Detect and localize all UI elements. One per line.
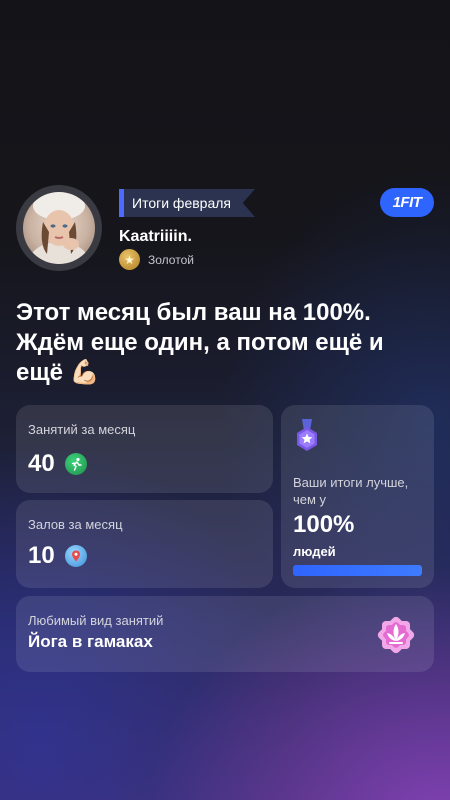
sessions-value: 40 <box>28 450 55 477</box>
sessions-card: Занятий за месяц 40 <box>16 405 273 493</box>
favorite-value: Йога в гамаках <box>28 632 153 651</box>
location-pin-icon <box>64 545 87 567</box>
lotus-icon <box>377 616 415 654</box>
comparison-progress-fill <box>293 565 422 576</box>
comparison-card: Ваши итоги лучше, чем у 100% людей <box>281 405 434 588</box>
sessions-label: Занятий за месяц <box>28 422 136 437</box>
membership-tier: ★ Золотой <box>119 249 194 270</box>
medal-icon <box>297 419 317 451</box>
gyms-value-row: 10 <box>28 542 87 570</box>
avatar[interactable] <box>16 185 102 271</box>
comparison-progress <box>293 565 422 576</box>
running-icon <box>64 453 87 475</box>
comparison-value: 100% <box>293 511 355 538</box>
sessions-value-row: 40 <box>28 450 87 478</box>
star-icon: ★ <box>119 249 140 270</box>
gyms-value: 10 <box>28 542 55 569</box>
avatar-photo <box>23 192 95 264</box>
monthly-summary-screen: Итоги февраля 1FIT Kaatriiiin. ★ Золотой… <box>0 0 450 800</box>
brand-logo: 1FIT <box>380 188 434 217</box>
comparison-text: Ваши итоги лучше, чем у <box>293 475 409 507</box>
favorite-label: Любимый вид занятий <box>28 613 164 628</box>
comparison-suffix: людей <box>293 544 336 559</box>
period-label: Итоги февраля <box>132 195 231 211</box>
period-ribbon: Итоги февраля <box>119 189 255 217</box>
headline: Этот месяц был ваш на 100%. Ждём еще оди… <box>16 299 384 386</box>
gyms-card: Залов за месяц 10 <box>16 500 273 588</box>
username: Kaatriiiin. <box>119 228 192 245</box>
gyms-label: Залов за месяц <box>28 517 123 532</box>
tier-label: Золотой <box>148 252 194 267</box>
favorite-activity-card[interactable]: Любимый вид занятий Йога в гамаках <box>16 596 434 672</box>
